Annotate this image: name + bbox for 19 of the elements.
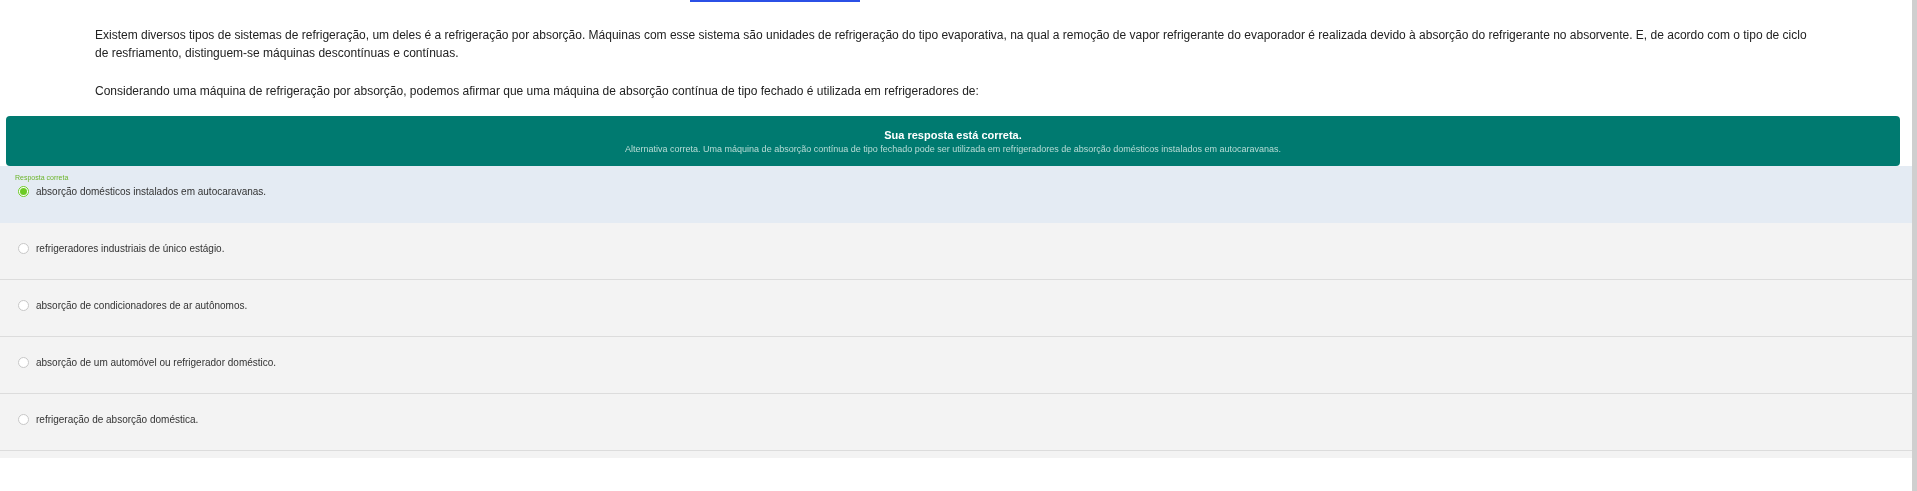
feedback-message: Alternativa correta. Uma máquina de absorção contínua de tipo fechado pode ser utilizada em refrigeradores de absorção domésticos instalados em autocaravanas. [625,143,1281,154]
feedback-title: Sua resposta está correta. [884,128,1022,141]
question-text: Considerando uma máquina de refrigeração por absorção, podemos afirmar que uma máquina de absorção contínua de tipo fechado é utilizada em refrigeradores de: [95,83,980,100]
question-text: Existem diversos tipos de sistemas de refrigeração, um deles é a refrigeração por absorção. Máquinas com esse sistema são unidades de refrigeração do tipo evaporativa, na qual a remoção de vapor refrigerante do evaporador é realizada devido à absorção do refrigerante no absorvente. E, de acordo com o tipo de ciclo de resfriamento, distinguem-se máquinas descontínuas e contínuas. [95,27,1808,62]
scrollbar[interactable] [1912,0,1917,491]
option-label[interactable]: refrigeradores industriais de único estágio. [36,243,225,254]
radio-button[interactable] [18,414,29,425]
radio-button[interactable] [18,300,29,311]
option-row[interactable]: refrigeração de absorção doméstica. [0,394,1912,451]
option-label[interactable]: absorção de um automóvel ou refrigerador doméstico. [36,357,277,368]
radio-button[interactable] [18,357,29,368]
option-row[interactable]: absorção de condicionadores de ar autônomos. [0,280,1912,337]
radio-button[interactable] [18,243,29,254]
option-label[interactable]: refrigeração de absorção doméstica. [36,414,199,425]
option-label[interactable]: absorção domésticos instalados em autocaravanas. [36,186,267,197]
radio-button[interactable] [18,186,29,197]
option-label[interactable]: absorção de condicionadores de ar autônomos. [36,300,248,311]
option-row[interactable]: absorção de um automóvel ou refrigerador doméstico. [0,337,1912,394]
option-row[interactable]: refrigeradores industriais de único estágio. [0,223,1912,280]
